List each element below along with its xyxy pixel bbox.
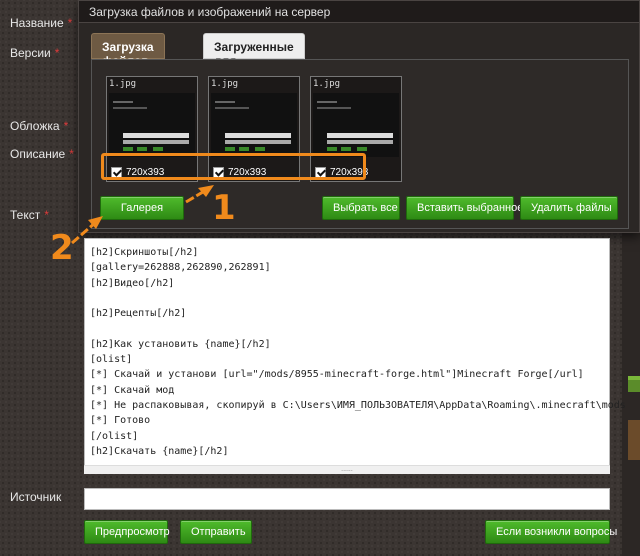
editor-line: [olist] (90, 354, 133, 366)
text-editor[interactable]: [h2]Скриншоты[/h2] [gallery=262888,26289… (84, 238, 626, 474)
editor-line: [*] Готово (90, 415, 151, 427)
editor-line: [h2]Как установить {name}[/h2] (90, 338, 271, 350)
thumbnail-filename: 1.jpg (109, 79, 137, 89)
preview-button[interactable]: Предпросмотр (84, 520, 170, 544)
editor-line: [*] Скачай и установи [url="/mods/8955-m… (90, 369, 584, 381)
tab-uploaded-for-publication[interactable]: Загруженные для публикации (203, 33, 305, 82)
editor-line: [h2]Рецепты[/h2] (90, 308, 187, 320)
submit-button[interactable]: Отправить (180, 520, 252, 544)
gallery-button[interactable]: Галерея (100, 196, 184, 220)
thumbnail-image (313, 93, 399, 157)
insert-selected-button[interactable]: Вставить выбранное (406, 196, 523, 220)
name-label: Название * (10, 16, 73, 30)
select-all-button[interactable]: Выбрать все (322, 196, 400, 220)
thumbnail-image (109, 93, 195, 157)
tab-upload-files[interactable]: Загрузка файлов (91, 33, 165, 68)
versions-label: Версии * (10, 46, 60, 60)
upload-modal: Загрузка файлов и изображений на сервер … (78, 0, 640, 233)
grass-block-decoration (628, 376, 640, 392)
thumbnail-filename: 1.jpg (313, 79, 341, 89)
annotation-number-2: 2 (50, 228, 74, 268)
editor-resize-handle[interactable]: ...... (84, 465, 610, 474)
editor-line: [*] Скачай мод (90, 384, 175, 396)
thumbnail-image (211, 93, 297, 157)
cover-label: Обложка * (10, 119, 69, 133)
delete-files-button[interactable]: Удалить файлы (520, 196, 618, 220)
editor-line: [h2]Скриншоты[/h2] (90, 247, 199, 258)
dirt-block-decoration (628, 420, 640, 460)
editor-line: [*] Не распаковывая, скопируй в C:\Users… (90, 399, 626, 411)
editor-line: [h2]Видео[/h2] (90, 277, 175, 289)
annotation-highlight-box (101, 153, 366, 180)
text-label: Текст * (10, 208, 49, 222)
source-label: Источник (10, 490, 62, 504)
annotation-number-1: 1 (212, 188, 236, 228)
questions-button[interactable]: Если возникли вопросы (485, 520, 617, 544)
modal-title: Загрузка файлов и изображений на сервер (79, 1, 639, 23)
source-input[interactable] (84, 488, 610, 510)
editor-line: [h2]Скачать {name}[/h2] (90, 445, 229, 457)
uploaded-files-panel: 1.jpg 720x393 1.jpg 720x393 1.jpg 720x39… (91, 59, 629, 229)
editor-line: [/olist] (90, 430, 139, 442)
description-label: Описание * (10, 147, 74, 161)
editor-line: [gallery=262888,262890,262891] (90, 262, 271, 274)
thumbnail-filename: 1.jpg (211, 79, 239, 89)
